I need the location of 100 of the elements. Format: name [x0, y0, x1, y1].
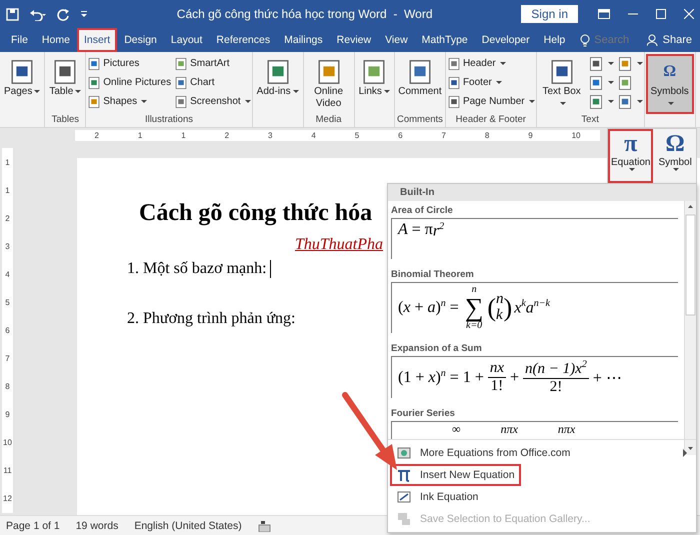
- ribbon-tab[interactable]: Mailings: [277, 28, 330, 52]
- equation-preview[interactable]: A = πr$^{2}$: [391, 218, 678, 259]
- save-icon[interactable]: [6, 8, 19, 20]
- equation-preview[interactable]: ∞ nπx nπx: [391, 421, 678, 439]
- ribbon-icon-button[interactable]: [588, 54, 614, 73]
- ribbon-button[interactable]: Pages: [1, 54, 44, 114]
- search-field[interactable]: Search: [594, 34, 640, 46]
- ribbon-button[interactable]: Text Box: [538, 54, 586, 114]
- close-icon[interactable]: [684, 9, 694, 19]
- ruler-number: 10: [572, 131, 580, 140]
- equation-text: = π: [410, 221, 433, 239]
- caret-icon: [384, 90, 390, 93]
- maximize-icon[interactable]: [656, 9, 666, 19]
- ribbon-icon: [446, 94, 461, 108]
- ribbon-button[interactable]: Online Video: [304, 54, 353, 114]
- caret-icon: [636, 62, 643, 65]
- ribbon-button[interactable]: SmartArt: [174, 54, 251, 73]
- caret-icon: [608, 100, 614, 103]
- ribbon-tab[interactable]: View: [378, 28, 415, 52]
- document-paragraph: 1. Một số bazơ mạnh:: [127, 260, 267, 278]
- status-text: Page 1 of 1: [6, 520, 60, 532]
- ribbon-button[interactable]: Online Pictures: [87, 73, 172, 92]
- ribbon-button[interactable]: Pictures: [87, 54, 172, 73]
- menu-item[interactable]: Insert New Equation: [390, 464, 521, 486]
- sign-in-button[interactable]: Sign in: [521, 5, 578, 23]
- caret-icon: [673, 168, 680, 171]
- equation-text: (1 +: [398, 368, 426, 386]
- menu-item[interactable]: Ink Equation: [390, 486, 694, 508]
- ribbon-tab[interactable]: Review: [330, 28, 378, 52]
- equation-variable: x$^{k}$a$^{n−k}$: [514, 298, 550, 318]
- group-label: Header & Footer: [456, 114, 526, 125]
- ribbon-button[interactable]: Shapes: [87, 92, 172, 111]
- ribbon-icon-button[interactable]: [588, 92, 614, 111]
- ruler-number: 3: [268, 131, 272, 140]
- equation-variable: x: [428, 368, 436, 386]
- ribbon-tab[interactable]: Developer: [474, 28, 537, 52]
- ribbon-button[interactable]: Links: [356, 54, 393, 114]
- ruler-number: 9: [528, 131, 533, 140]
- summation-symbol: n ∑ k=0: [464, 285, 484, 331]
- menu-item-icon: [396, 511, 412, 527]
- gallery-header: Built-In: [400, 187, 434, 198]
- caret-icon: [141, 100, 148, 103]
- ruler-number: 6: [5, 326, 10, 335]
- equation-title: Expansion of a Sum: [391, 342, 483, 356]
- ruler-number: 5: [354, 131, 360, 140]
- ribbon-icon: [588, 74, 604, 90]
- ribbon-button[interactable]: Footer: [446, 73, 535, 92]
- ribbon-tab[interactable]: Design: [117, 28, 164, 52]
- ribbon-tab[interactable]: Help: [536, 28, 572, 52]
- equation-variable: a: [427, 299, 436, 317]
- share-link[interactable]: Share: [662, 34, 692, 46]
- ribbon-icon-button[interactable]: [616, 54, 643, 73]
- ribbon-tab[interactable]: Layout: [164, 28, 210, 52]
- ribbon-icon: [174, 76, 188, 90]
- ribbon-icon: [174, 94, 188, 108]
- ribbon-tab[interactable]: References: [209, 28, 278, 52]
- redo-icon[interactable]: [57, 8, 70, 20]
- ruler-number: 4: [311, 131, 316, 140]
- undo-icon[interactable]: [29, 8, 47, 20]
- ribbon-button[interactable]: Table: [46, 54, 84, 114]
- ruler-number: 8: [484, 131, 490, 140]
- ribbon-button[interactable]: Page Number: [446, 92, 535, 111]
- caret-icon: [628, 168, 635, 171]
- ribbon-button[interactable]: Comment: [396, 54, 444, 114]
- proofing-icon[interactable]: [258, 520, 271, 532]
- menu-item-icon: [396, 489, 412, 505]
- ribbon-tab[interactable]: Home: [34, 28, 77, 52]
- ruler-number: 1: [5, 186, 10, 195]
- group-label: Text: [581, 114, 599, 125]
- equation-text: = 1 +: [448, 368, 485, 386]
- customize-icon[interactable]: [80, 10, 88, 18]
- caret-icon: [292, 90, 299, 93]
- ribbon-icon: [616, 56, 633, 72]
- equation-variable: r$^{2}$: [432, 221, 444, 240]
- caret-icon: [636, 100, 643, 103]
- ribbon-button[interactable]: Add-ins: [254, 54, 302, 114]
- ribbon-button[interactable]: Header: [446, 54, 535, 73]
- ribbon-icon-button[interactable]: [588, 73, 614, 92]
- ribbon-button[interactable]: Screenshot: [174, 92, 251, 111]
- ribbon-icon-button[interactable]: [616, 92, 643, 111]
- ruler-number: 1: [181, 131, 186, 140]
- caret-icon: [496, 81, 502, 84]
- ribbon-display-icon[interactable]: [598, 9, 610, 19]
- ruler-number: 8: [5, 382, 10, 392]
- ribbon-button[interactable]: Chart: [174, 73, 251, 92]
- document-paragraph: 2. Phương trình phản ứng:: [127, 310, 296, 328]
- ribbon-button[interactable]: Ω Symbols: [646, 54, 694, 114]
- caret-icon: [244, 100, 251, 103]
- ribbon-tab[interactable]: File: [4, 28, 35, 52]
- equation-text: +: [509, 368, 520, 386]
- equation-text: =: [448, 299, 460, 317]
- group-label: Comments: [396, 114, 443, 125]
- ribbon-tab[interactable]: Insert: [76, 28, 118, 52]
- symbol-menu-button[interactable]: Ω Symbol: [655, 129, 695, 183]
- ribbon-tab[interactable]: MathType: [414, 28, 475, 52]
- ruler-number: 2: [5, 214, 10, 223]
- group-label: Media: [316, 114, 342, 125]
- equation-variable: x: [403, 299, 410, 317]
- fraction: nx 1!: [488, 360, 506, 395]
- status-text: English (United States): [134, 520, 242, 532]
